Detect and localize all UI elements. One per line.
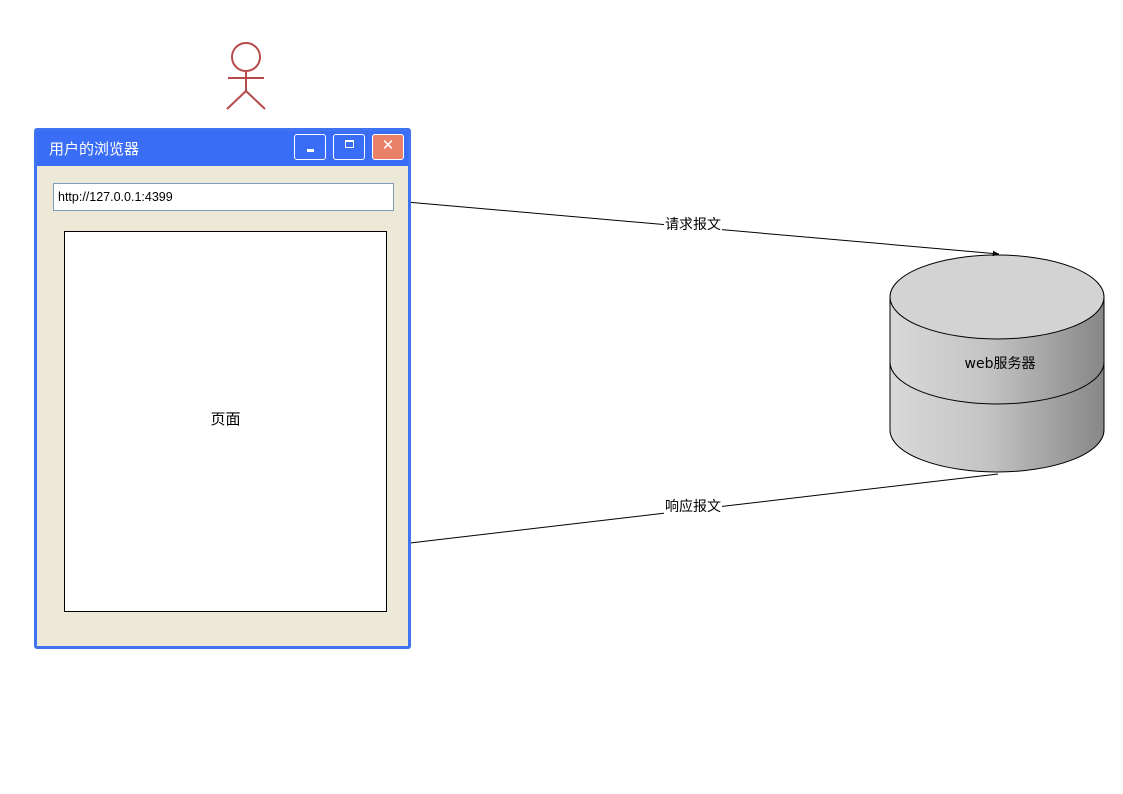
page-content-area: 页面 (64, 231, 387, 612)
maximize-icon (345, 140, 354, 148)
browser-window: 用户的浏览器 ✕ http://127.0.0.1:4399 页面 (34, 128, 411, 649)
browser-titlebar[interactable]: 用户的浏览器 ✕ (37, 131, 408, 166)
close-icon: ✕ (381, 136, 395, 154)
web-server-label: web服务器 (964, 356, 1036, 372)
address-bar-input[interactable]: http://127.0.0.1:4399 (53, 183, 394, 211)
close-button[interactable]: ✕ (372, 134, 404, 160)
request-label: 请求报文 (664, 217, 722, 233)
minimize-button[interactable] (294, 134, 326, 160)
page-label: 页面 (210, 410, 241, 428)
user-actor-icon (226, 42, 266, 110)
browser-title: 用户的浏览器 (49, 140, 140, 158)
minimize-icon (307, 149, 314, 152)
maximize-button[interactable] (333, 134, 365, 160)
response-label: 响应报文 (664, 499, 722, 515)
